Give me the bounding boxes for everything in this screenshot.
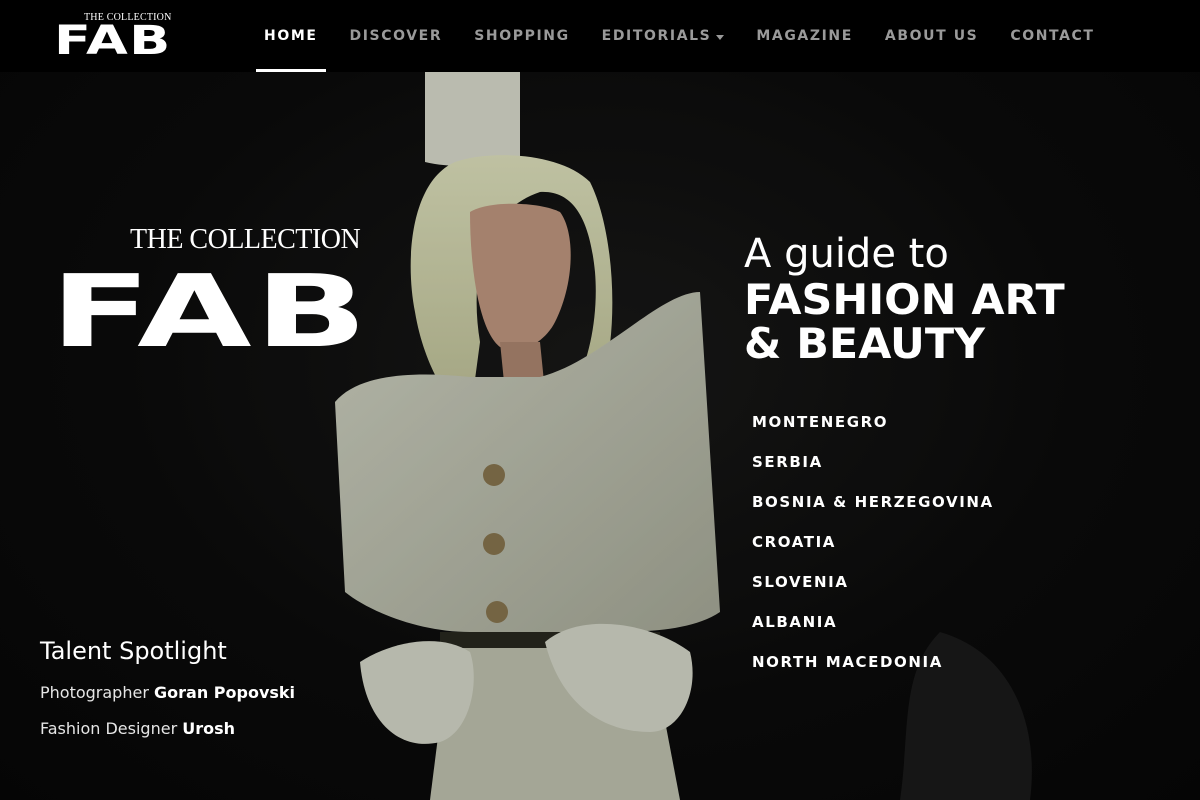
nav-item-contact[interactable]: CONTACT xyxy=(1002,0,1102,72)
nav-item-label: SHOPPING xyxy=(474,28,570,44)
hero-tagline: A guide to FASHION ART & BEAUTY xyxy=(744,230,1174,366)
dropdown-caret-icon xyxy=(716,34,725,40)
nav-item-shopping[interactable]: SHOPPING xyxy=(466,0,577,72)
hero-brand-logo: THE COLLECTION FAB xyxy=(50,224,420,374)
spotlight-title: Talent Spotlight xyxy=(40,637,227,665)
region-link-bosnia-herzegovina[interactable]: BOSNIA & HERZEGOVINA xyxy=(752,492,994,532)
nav-item-label: CONTACT xyxy=(1010,28,1095,44)
region-link-slovenia[interactable]: SLOVENIA xyxy=(752,572,994,612)
nav-item-about-us[interactable]: ABOUT US xyxy=(877,0,986,72)
nav-item-label: HOME xyxy=(264,28,318,44)
region-link-serbia[interactable]: SERBIA xyxy=(752,452,994,492)
tagline-line-3: & BEAUTY xyxy=(744,319,986,368)
spotlight-credit-photographer: Photographer Goran Popovski xyxy=(40,684,360,702)
hero-logo-small-text: THE COLLECTION xyxy=(130,224,361,255)
main-menu: HOME DISCOVER SHOPPING EDITORIALS MAGAZI… xyxy=(256,0,1119,72)
credit-name[interactable]: Urosh xyxy=(182,719,235,738)
tagline-line-2: FASHION ART xyxy=(744,275,1065,324)
nav-item-editorials[interactable]: EDITORIALS xyxy=(594,0,733,72)
brand-logo-big-text: FAB xyxy=(54,18,172,64)
nav-item-label: DISCOVER xyxy=(349,28,443,44)
region-link-albania[interactable]: ALBANIA xyxy=(752,612,994,652)
talent-spotlight: Talent Spotlight Photographer Goran Popo… xyxy=(40,636,360,756)
hero-section: THE COLLECTION FAB A guide to FASHION AR… xyxy=(0,72,1200,800)
credit-role: Photographer xyxy=(40,683,149,702)
top-navigation-bar: THE COLLECTION FAB HOME DISCOVER SHOPPIN… xyxy=(0,0,1200,72)
nav-item-label: ABOUT US xyxy=(884,28,979,44)
region-link-north-macedonia[interactable]: NORTH MACEDONIA xyxy=(752,652,994,692)
credit-name[interactable]: Goran Popovski xyxy=(154,683,295,702)
region-link-montenegro[interactable]: MONTENEGRO xyxy=(752,412,994,452)
nav-item-home[interactable]: HOME xyxy=(256,0,326,72)
credit-role: Fashion Designer xyxy=(40,719,178,738)
nav-item-magazine[interactable]: MAGAZINE xyxy=(748,0,861,72)
region-link-croatia[interactable]: CROATIA xyxy=(752,532,994,572)
nav-item-label: MAGAZINE xyxy=(756,28,853,44)
nav-item-label: EDITORIALS xyxy=(601,28,712,44)
tagline-line-1: A guide to xyxy=(744,231,949,277)
hero-logo-big-text: FAB xyxy=(50,253,371,370)
nav-item-discover[interactable]: DISCOVER xyxy=(342,0,451,72)
brand-logo-link[interactable]: THE COLLECTION FAB xyxy=(54,12,186,62)
spotlight-credit-designer: Fashion Designer Urosh xyxy=(40,720,360,738)
region-list: MONTENEGRO SERBIA BOSNIA & HERZEGOVINA C… xyxy=(752,412,994,692)
